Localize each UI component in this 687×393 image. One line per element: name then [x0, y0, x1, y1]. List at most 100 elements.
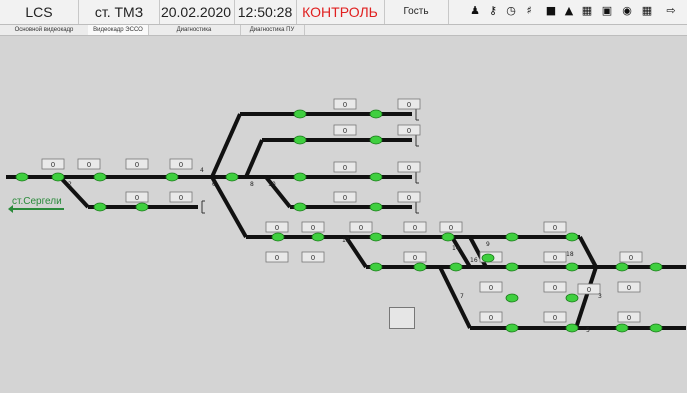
axle-counter-value: 0 — [413, 254, 417, 262]
axle-counter-value: 0 — [627, 284, 631, 292]
switch-number: 2 — [68, 181, 72, 188]
station-name[interactable]: ст. ТМЗ — [78, 0, 160, 24]
axle-counter-value: 0 — [489, 284, 493, 292]
speaker-icon[interactable]: ♯ — [522, 4, 536, 18]
signal-light[interactable] — [369, 262, 383, 272]
exit-icon[interactable]: ⇨ — [664, 4, 678, 18]
axle-counter-boxes: 000000000000000000000000000000000 — [41, 98, 643, 323]
axle-counter-value: 0 — [87, 161, 91, 169]
track-diagram: 000000000000000000000000000000000 246810… — [6, 98, 686, 334]
signal-light[interactable] — [369, 109, 383, 119]
signal-light[interactable] — [293, 135, 307, 145]
signal-light[interactable] — [505, 293, 519, 303]
switch-number: 5 — [586, 327, 590, 334]
signal-light[interactable] — [441, 232, 455, 242]
signal-light[interactable] — [93, 202, 107, 212]
signal-light[interactable] — [293, 172, 307, 182]
signal-light[interactable] — [505, 262, 519, 272]
switch-number: 12 — [342, 237, 350, 244]
tab-pu-diagnostics[interactable]: Диагностика ПУ — [240, 25, 305, 35]
signal-light[interactable] — [311, 232, 325, 242]
switch-number: 3 — [598, 293, 602, 300]
signal-light[interactable] — [615, 323, 629, 333]
signal-light[interactable] — [565, 293, 579, 303]
signal-light[interactable] — [15, 172, 29, 182]
signal-light[interactable] — [565, 323, 579, 333]
switch-number: 8 — [250, 181, 254, 188]
signal-light[interactable] — [505, 232, 519, 242]
station-direction-arrow — [8, 205, 64, 213]
signal-light[interactable] — [369, 135, 383, 145]
axle-counter-value: 0 — [553, 224, 557, 232]
station-direction-label: ст.Сергели — [12, 196, 62, 207]
signal-light[interactable] — [369, 202, 383, 212]
signal-light[interactable] — [225, 172, 239, 182]
panel-icon[interactable]: ▣ — [600, 4, 614, 18]
view-tabs: Основной видеокадр Видеокадр ЭССО Диагно… — [0, 25, 687, 36]
control-mode-indicator[interactable]: КОНТРОЛЬ — [296, 0, 385, 24]
network-icon[interactable]: ◉ — [620, 4, 634, 18]
signal-light[interactable] — [93, 172, 107, 182]
axle-counter-value: 0 — [311, 254, 315, 262]
switch-number: 7 — [460, 293, 464, 300]
signal-light[interactable] — [649, 262, 663, 272]
axle-counter-value: 0 — [449, 224, 453, 232]
signal-light[interactable] — [413, 262, 427, 272]
camera-icon[interactable]: ■ — [544, 4, 558, 18]
axle-counter-value: 0 — [407, 127, 411, 135]
signal-light[interactable] — [51, 172, 65, 182]
axle-counter-value: 0 — [135, 194, 139, 202]
axle-counter-value: 0 — [179, 194, 183, 202]
signal-light[interactable] — [565, 232, 579, 242]
signal-light[interactable] — [449, 262, 463, 272]
signal-light[interactable] — [649, 323, 663, 333]
axle-counter-value: 0 — [553, 314, 557, 322]
signal-lights — [15, 109, 663, 333]
switch-number: 14 — [452, 245, 460, 252]
axle-counter-value: 0 — [407, 101, 411, 109]
axle-counter-value: 0 — [343, 194, 347, 202]
track-lines — [6, 112, 686, 330]
signal-light[interactable] — [293, 109, 307, 119]
user-icon[interactable]: ♟ — [468, 4, 482, 18]
axle-counter-value: 0 — [359, 224, 363, 232]
key-lock-icon[interactable]: ⚷ — [486, 4, 500, 18]
switch-number: 10 — [268, 181, 276, 188]
switch-number: 1 — [590, 257, 594, 264]
grid-icon[interactable]: ▦ — [580, 4, 594, 18]
signal-light[interactable] — [293, 202, 307, 212]
axle-counter-value: 0 — [627, 314, 631, 322]
signal-light[interactable] — [505, 323, 519, 333]
axle-counter-value: 0 — [343, 101, 347, 109]
axle-counter-value: 0 — [179, 161, 183, 169]
axle-counter-value: 0 — [407, 164, 411, 172]
signal-light[interactable] — [135, 202, 149, 212]
signal-light[interactable] — [271, 232, 285, 242]
control-panel-box[interactable] — [389, 307, 415, 329]
axle-counter-value: 0 — [51, 161, 55, 169]
switch-number: 18 — [566, 251, 574, 258]
signal-light[interactable] — [165, 172, 179, 182]
tab-diagnostics[interactable]: Диагностика — [148, 25, 241, 35]
axle-counter-value: 0 — [587, 286, 591, 294]
current-user[interactable]: Гость — [384, 0, 449, 24]
clock-icon[interactable]: ◷ — [504, 4, 518, 18]
signal-bars-icon[interactable]: ▲ — [562, 4, 576, 18]
switch-number: 6 — [212, 181, 216, 188]
signal-light[interactable] — [565, 262, 579, 272]
signal-light[interactable] — [369, 232, 383, 242]
tab-esso-video[interactable]: Видеокадр ЭССО — [88, 25, 149, 35]
axle-counter-value: 0 — [311, 224, 315, 232]
tab-main-video[interactable]: Основной видеокадр — [0, 25, 89, 35]
axle-counter-value: 0 — [407, 194, 411, 202]
current-date: 20.02.2020 — [158, 0, 235, 24]
signal-light[interactable] — [615, 262, 629, 272]
axle-counter-value: 0 — [629, 254, 633, 262]
axle-counter-value: 0 — [553, 284, 557, 292]
signal-light[interactable] — [369, 172, 383, 182]
axle-counter-value: 0 — [135, 161, 139, 169]
signal-light[interactable] — [481, 253, 495, 263]
current-time: 12:50:28 — [234, 0, 297, 24]
windows-icon[interactable]: ▦ — [640, 4, 654, 18]
axle-counter-value: 0 — [343, 164, 347, 172]
